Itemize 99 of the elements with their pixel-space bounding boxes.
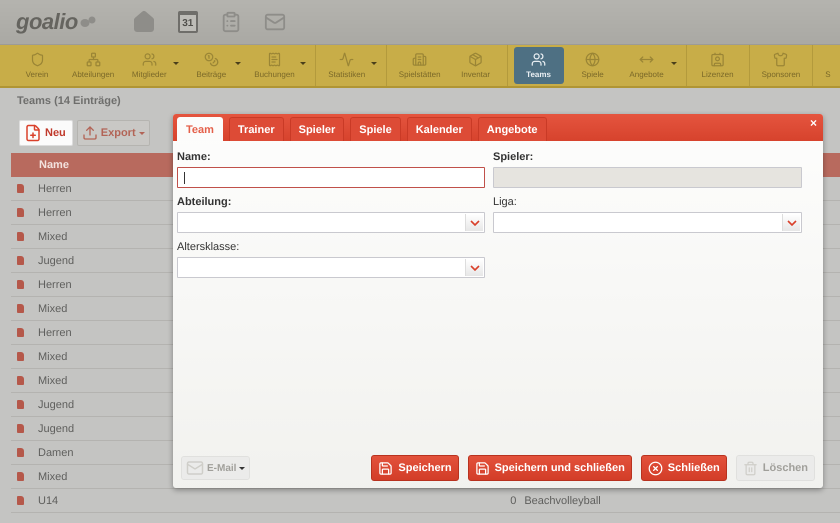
- toolbar-item[interactable]: Lizenzen: [692, 47, 743, 84]
- tab[interactable]: Spieler: [290, 117, 344, 141]
- table-cell: Herren: [38, 206, 72, 218]
- select-field[interactable]: [177, 212, 485, 233]
- table-cell: Herren: [38, 278, 72, 290]
- building-icon: [412, 52, 428, 67]
- document-icon: [17, 424, 24, 433]
- save-icon: [378, 460, 394, 476]
- table-cell: Jugend: [38, 398, 74, 410]
- hierarchy-icon: [86, 52, 101, 67]
- toolbar-item[interactable]: Angebote: [622, 47, 680, 84]
- field-label: Liga:: [493, 196, 518, 208]
- caret-icon: [235, 62, 242, 65]
- field-label: Altersklasse:: [177, 241, 240, 253]
- toolbar-item[interactable]: Buchungen: [248, 47, 309, 84]
- table-cell: Mixed: [38, 302, 68, 314]
- caret-icon: [300, 62, 306, 65]
- toolbar-item[interactable]: Beiträge: [186, 47, 244, 84]
- shirt-icon: [773, 52, 788, 67]
- people-icon: [531, 52, 546, 67]
- document-icon: [17, 472, 24, 481]
- new-file-icon: [24, 124, 42, 142]
- caret-icon: [670, 62, 677, 65]
- caret-icon: [370, 62, 377, 65]
- document-icon: [17, 400, 24, 409]
- new-button[interactable]: Neu: [19, 120, 73, 146]
- chevron-icon: [470, 264, 480, 270]
- toolbar-item[interactable]: Spielstätten: [392, 47, 447, 84]
- field-label: Name:: [177, 151, 212, 163]
- tab[interactable]: Spiele: [350, 117, 401, 141]
- toolbar-item[interactable]: Spiele: [568, 47, 618, 84]
- table-cell: 0: [510, 494, 516, 506]
- chart-icon: [339, 52, 354, 67]
- table-cell: Herren: [38, 326, 72, 338]
- toolbar-item[interactable]: Sponsoren: [756, 47, 806, 84]
- chevron-icon: [786, 220, 796, 226]
- table-cell: Damen: [38, 446, 74, 458]
- close-button[interactable]: ×: [810, 117, 817, 129]
- chevron-icon: [470, 220, 480, 226]
- tab[interactable]: Angebote: [478, 117, 547, 141]
- page-title: Teams (14 Einträge): [17, 95, 122, 107]
- document-icon: [17, 376, 24, 385]
- field-label: Spieler:: [493, 151, 534, 163]
- tab[interactable]: Kalender: [406, 117, 472, 141]
- export-button[interactable]: Export: [76, 120, 150, 146]
- mail-icon: [186, 459, 204, 477]
- table-cell: Mixed: [38, 374, 68, 386]
- table-cell: Mixed: [38, 470, 68, 482]
- coins-icon: [204, 52, 219, 67]
- document-icon: [17, 448, 24, 457]
- table-cell: Jugend: [38, 422, 74, 434]
- document-icon: [17, 208, 24, 217]
- table-cell: Beachvolleyball: [524, 494, 601, 506]
- save-icon: [474, 460, 490, 476]
- input-field[interactable]: [177, 167, 485, 188]
- trash-icon: [742, 460, 758, 476]
- document-icon: [17, 352, 24, 361]
- tab[interactable]: Team: [177, 117, 223, 141]
- document-icon: [17, 304, 24, 313]
- document-icon: [17, 256, 24, 265]
- receipt-icon: [267, 52, 282, 67]
- document-icon: [17, 496, 24, 505]
- shield-icon: [30, 52, 44, 67]
- mail-icon[interactable]: [264, 11, 286, 33]
- toolbar-item[interactable]: Abteilungen: [66, 47, 120, 84]
- select-field[interactable]: [493, 212, 802, 233]
- document-icon: [17, 328, 24, 337]
- calendar-icon[interactable]: 31: [178, 11, 198, 33]
- document-icon: [17, 184, 24, 193]
- home-icon[interactable]: [132, 10, 156, 34]
- table-cell: Herren: [38, 182, 72, 194]
- action-button[interactable]: Speichern und schließen: [468, 455, 632, 481]
- package-icon: [468, 52, 484, 67]
- id-card-icon: [710, 52, 726, 67]
- export-icon: [82, 125, 98, 141]
- document-icon: [17, 280, 24, 289]
- table-cell: U14: [38, 494, 58, 506]
- people-icon: [142, 52, 157, 67]
- toolbar-item[interactable]: Verein: [12, 47, 62, 84]
- action-button[interactable]: Schließen: [640, 455, 727, 481]
- document-icon: [17, 232, 24, 241]
- toolbar-item[interactable]: S: [819, 47, 837, 84]
- logo[interactable]: goalio: [16, 9, 78, 35]
- select-field[interactable]: [177, 257, 485, 278]
- tab[interactable]: Trainer: [228, 117, 284, 141]
- table-cell: Mixed: [38, 230, 68, 242]
- logo-mark-icon: [80, 16, 96, 28]
- close-icon: [648, 460, 663, 476]
- toolbar-item[interactable]: Mitglieder: [124, 47, 182, 84]
- caret-icon: [173, 62, 180, 65]
- toolbar-item[interactable]: Inventar: [450, 47, 501, 84]
- field-label: Abteilung:: [177, 196, 232, 208]
- toolbar-item[interactable]: Teams: [514, 47, 564, 84]
- column-header[interactable]: Name: [39, 159, 69, 171]
- table-cell: Jugend: [38, 254, 74, 266]
- action-button[interactable]: Speichern: [371, 455, 459, 481]
- toolbar-item[interactable]: Statistiken: [322, 47, 380, 84]
- ball-icon: [585, 52, 600, 67]
- table-cell: Mixed: [38, 350, 68, 362]
